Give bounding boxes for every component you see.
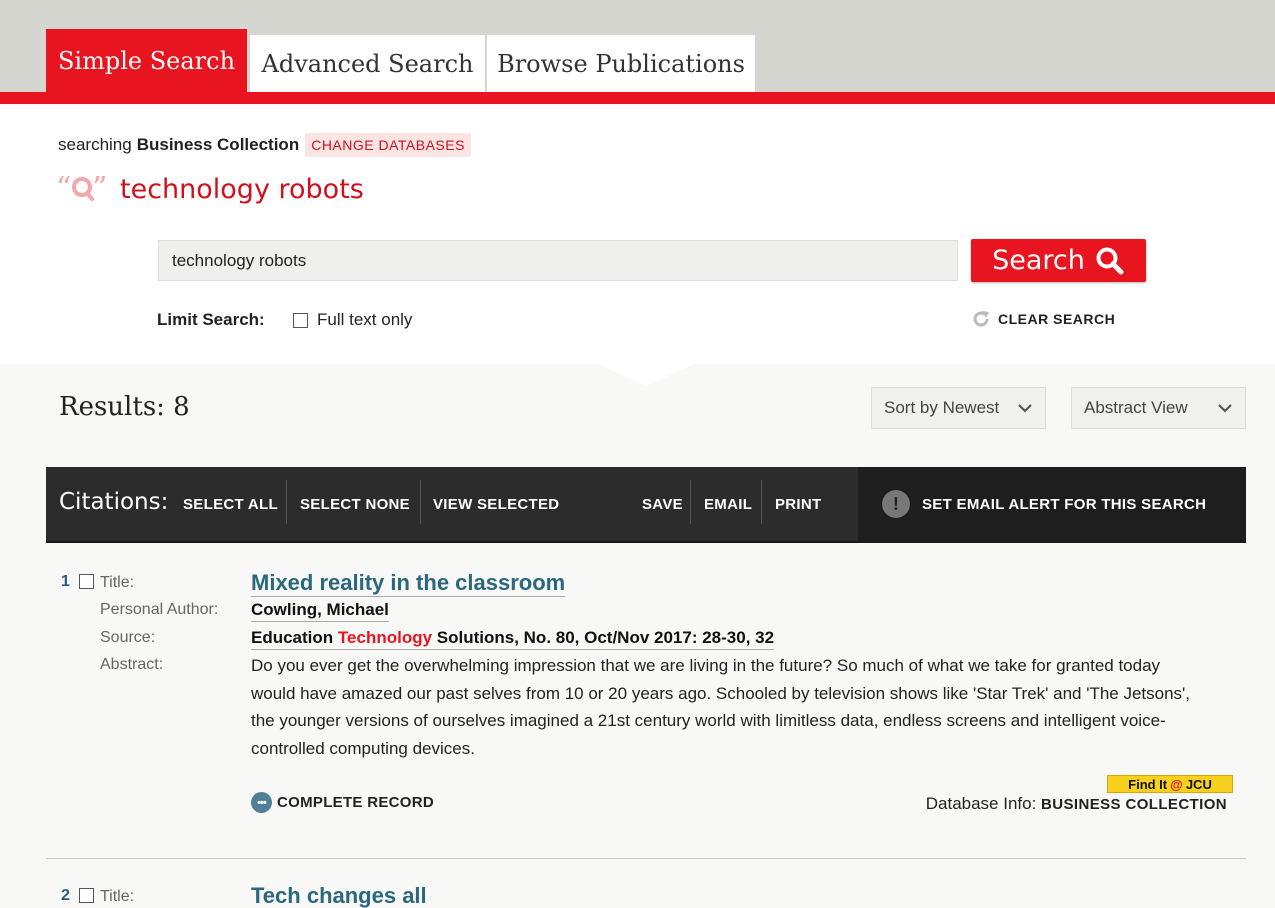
database-info-value: BUSINESS COLLECTION <box>1041 796 1227 813</box>
record-number: 1 <box>61 573 70 590</box>
citations-toolbar: Citations: SELECT ALL SELECT NONE VIEW S… <box>46 467 1246 543</box>
chevron-down-icon <box>1218 404 1232 413</box>
abstract-label: Abstract: <box>100 656 164 673</box>
complete-record-label: COMPLETE RECORD <box>277 794 435 811</box>
fulltext-label: Full text only <box>317 310 413 329</box>
set-email-alert-button[interactable]: ! SET EMAIL ALERT FOR THIS SEARCH <box>858 467 1246 541</box>
database-info: Database Info: BUSINESS COLLECTION <box>926 794 1227 814</box>
source-text: Education <box>251 628 338 647</box>
tab-advanced-search[interactable]: Advanced Search <box>250 35 485 93</box>
find-it-button[interactable]: Find It @ JCU <box>1107 775 1233 793</box>
fulltext-option[interactable]: Full text only <box>293 310 412 330</box>
title-label: Title: <box>100 888 135 905</box>
findit-text: Find It <box>1128 776 1168 792</box>
tab-underline <box>0 92 1275 104</box>
clear-search-button[interactable]: CLEAR SEARCH <box>970 308 1115 330</box>
view-value: Abstract View <box>1084 398 1188 417</box>
view-selected-button[interactable]: VIEW SELECTED <box>433 467 559 541</box>
search-button-label: Search <box>992 245 1085 276</box>
source-label: Source: <box>100 629 156 646</box>
results-count: Results: 8 <box>59 392 190 422</box>
query-title: technology robots <box>120 174 364 205</box>
email-button[interactable]: EMAIL <box>704 467 752 541</box>
more-dots-icon: ••• <box>251 792 272 813</box>
toolbar-divider <box>286 480 287 524</box>
record-title-link[interactable]: Mixed reality in the classroom <box>251 570 566 597</box>
record-author-link[interactable]: Cowling, Michael <box>251 599 389 622</box>
select-none-button[interactable]: SELECT NONE <box>300 467 410 541</box>
database-info-label: Database Info: <box>925 794 1037 813</box>
findit-at: @ <box>1170 776 1183 792</box>
change-databases-button[interactable]: CHANGE DATABASES <box>305 133 471 157</box>
limit-search-label: Limit Search: <box>157 310 265 329</box>
magnifier-icon <box>1096 247 1124 274</box>
view-dropdown[interactable]: Abstract View <box>1071 387 1246 429</box>
record-title-link[interactable]: Tech changes all <box>251 883 427 908</box>
select-all-button[interactable]: SELECT ALL <box>183 467 278 541</box>
record-abstract: Do you ever get the overwhelming impress… <box>251 656 1191 758</box>
searching-line: searching Business Collection CHANGE DAT… <box>58 133 471 157</box>
search-button[interactable]: Search <box>971 239 1146 282</box>
fulltext-checkbox[interactable] <box>293 312 308 328</box>
tab-simple-search[interactable]: Simple Search <box>46 29 247 93</box>
svg-text:“: “ <box>56 171 71 206</box>
complete-record-button[interactable]: ••• COMPLETE RECORD <box>251 792 434 813</box>
record-select-checkbox[interactable] <box>79 574 94 589</box>
set-email-alert-label: SET EMAIL ALERT FOR THIS SEARCH <box>922 495 1207 513</box>
chevron-down-icon <box>1018 404 1032 413</box>
source-highlight: Technology <box>337 628 433 647</box>
source-text: Solutions, No. 80, Oct/Nov 2017: 28-30, … <box>432 628 775 647</box>
record-source-link[interactable]: Education Technology Solutions, No. 80, … <box>251 627 775 650</box>
quote-search-icon: “ ” <box>56 171 107 206</box>
clear-search-label: CLEAR SEARCH <box>998 311 1116 327</box>
save-button[interactable]: SAVE <box>642 467 683 541</box>
refresh-icon <box>973 311 989 327</box>
database-name: Business Collection <box>136 135 300 154</box>
toolbar-divider <box>420 480 421 524</box>
svg-text:”: ” <box>92 171 107 206</box>
record-select-checkbox[interactable] <box>79 888 94 903</box>
searching-prefix: searching <box>58 135 132 154</box>
toolbar-divider <box>761 480 762 524</box>
sort-dropdown[interactable]: Sort by Newest <box>871 387 1046 429</box>
tab-browse-publications[interactable]: Browse Publications <box>487 35 755 93</box>
sort-value: Sort by Newest <box>884 398 1000 417</box>
record-divider <box>46 858 1246 859</box>
search-input[interactable] <box>158 240 958 281</box>
record-number: 2 <box>61 887 70 904</box>
author-label: Personal Author: <box>100 601 219 618</box>
panel-pointer <box>598 364 694 386</box>
print-button[interactable]: PRINT <box>775 467 822 541</box>
title-label: Title: <box>100 574 135 591</box>
exclamation-icon: ! <box>882 490 910 518</box>
findit-text: JCU <box>1185 776 1212 792</box>
toolbar-divider <box>690 480 691 524</box>
citations-label: Citations: <box>59 489 169 515</box>
